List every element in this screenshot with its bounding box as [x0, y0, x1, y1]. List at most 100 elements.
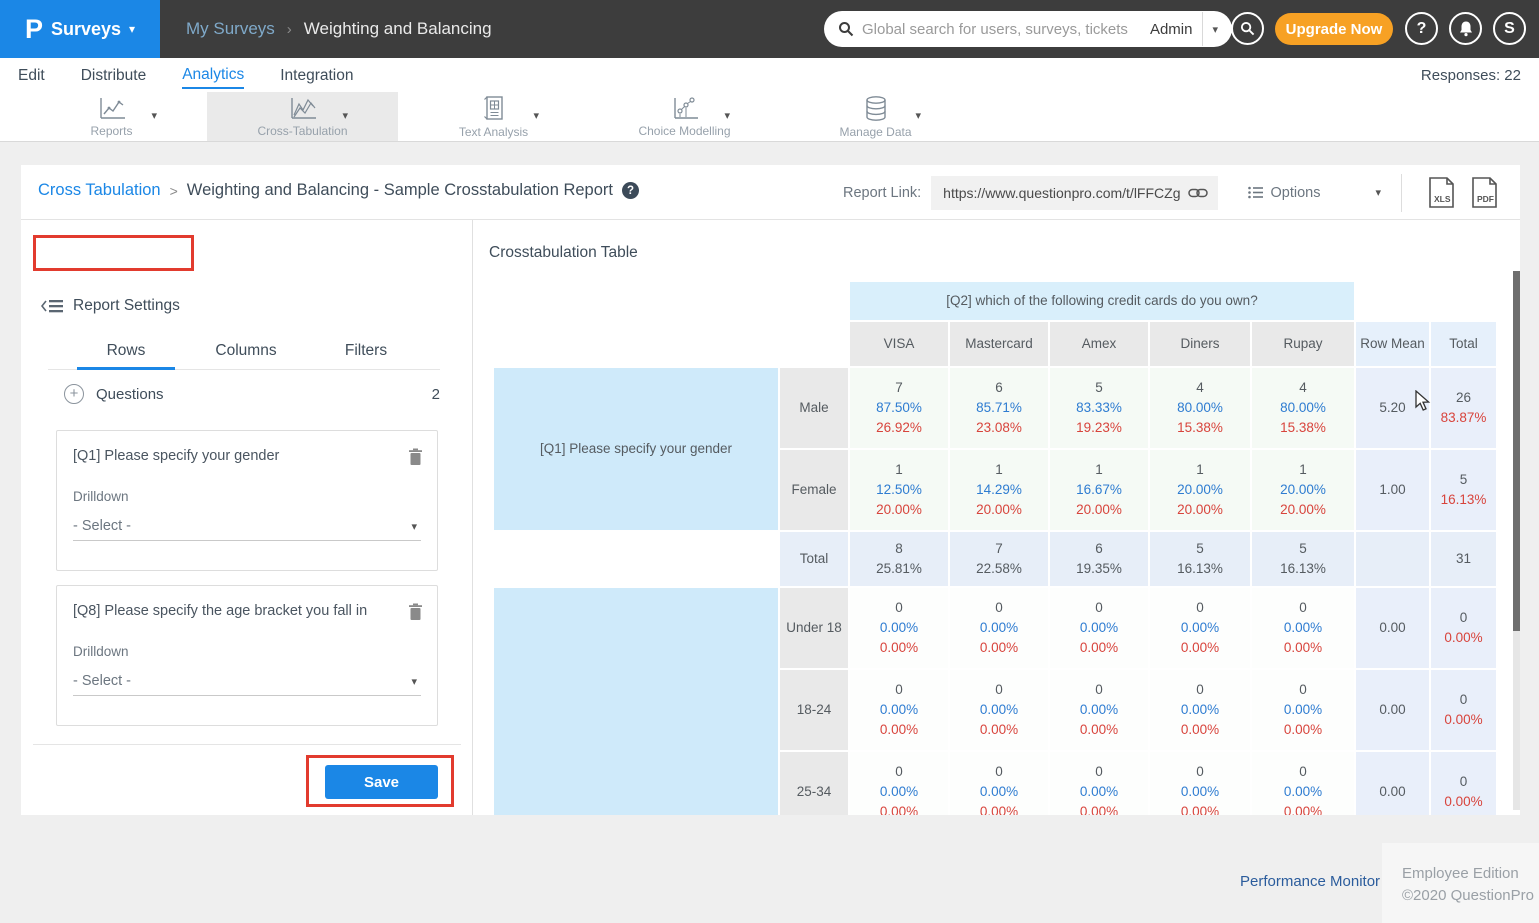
responses-count: Responses: 22 [1421, 67, 1521, 84]
chevron-down-icon[interactable]: ▾ [151, 109, 157, 122]
surveys-menu-button[interactable]: P Surveys ▾ [0, 0, 160, 58]
tab-edit[interactable]: Edit [18, 62, 45, 88]
crosstab-cell: 516.13% [1252, 532, 1354, 586]
search-input[interactable] [862, 21, 1144, 38]
help-button[interactable]: ? [1405, 12, 1438, 45]
report-link-field[interactable]: https://www.questionpro.com/t/lFFCZg [931, 176, 1218, 210]
chevron-down-icon[interactable]: ▾ [342, 109, 348, 122]
toolbar-item-text-analysis[interactable]: ▾ Text Analysis [398, 92, 589, 141]
search-icon [838, 21, 854, 37]
upgrade-now-button[interactable]: Upgrade Now [1275, 13, 1393, 45]
crosstab-column-question: [Q2] which of the following credit cards… [850, 282, 1354, 320]
search-scope-selector[interactable]: Admin [1150, 21, 1193, 38]
search-divider [1202, 12, 1203, 46]
crosstab-row-header: Total [780, 532, 848, 586]
breadcrumb-my-surveys[interactable]: My Surveys [186, 19, 275, 39]
drilldown-select[interactable]: - Select - ▾ [73, 518, 421, 541]
help-icon[interactable]: ? [622, 182, 639, 199]
crosstab-row-header: 25-34 [780, 752, 848, 815]
crosstab-cell: 00.00%0.00% [950, 752, 1048, 815]
breadcrumb-separator-icon: › [287, 21, 292, 38]
crosstab-total-cell: 2683.87% [1431, 368, 1496, 448]
toolbar-item-choice-modelling[interactable]: ▾ Choice Modelling [589, 92, 780, 141]
report-title: Weighting and Balancing - Sample Crossta… [187, 181, 613, 200]
crosstab-total-cell: 516.13% [1431, 450, 1496, 530]
toolbar-item-manage-data[interactable]: ▾ Manage Data [780, 92, 971, 141]
crosstab-cell: 480.00%15.38% [1150, 368, 1250, 448]
search-scope-caret-icon[interactable]: ▾ [1212, 23, 1218, 36]
tab-filters[interactable]: Filters [306, 336, 426, 369]
tab-analytics[interactable]: Analytics [182, 61, 244, 89]
crosstab-cell: 00.00%0.00% [850, 588, 948, 668]
crosstab-row-header: 18-24 [780, 670, 848, 750]
crosstab-total-cell: 00.00% [1431, 588, 1496, 668]
performance-monitor-link[interactable]: Performance Monitor [1240, 873, 1380, 890]
search-icon [1240, 21, 1255, 36]
export-pdf-icon[interactable]: PDF [1471, 177, 1498, 208]
crosstab-row-mean-cell [1356, 532, 1429, 586]
drilldown-label: Drilldown [73, 489, 421, 504]
toolbar-divider [1401, 174, 1402, 212]
report-settings-toggle[interactable]: Report Settings [41, 297, 180, 315]
tab-columns[interactable]: Columns [186, 336, 306, 369]
report-link-url[interactable]: https://www.questionpro.com/t/lFFCZg [943, 185, 1180, 201]
crosstab-row-header: Male [780, 368, 848, 448]
crosstab-cell: 480.00%15.38% [1252, 368, 1354, 448]
crosstab-cell: 120.00%20.00% [1252, 450, 1354, 530]
chevron-down-icon[interactable]: ▾ [411, 675, 417, 688]
crosstab-cell: 00.00%0.00% [950, 670, 1048, 750]
settings-tabs: Rows Columns Filters [48, 336, 440, 370]
chevron-down-icon[interactable]: ▾ [533, 109, 539, 122]
chevron-down-icon[interactable]: ▾ [411, 520, 417, 533]
svg-text:XLS: XLS [1434, 194, 1451, 204]
drilldown-select[interactable]: - Select - ▾ [73, 673, 421, 696]
questions-count: 2 [432, 386, 440, 403]
notifications-button[interactable] [1449, 12, 1482, 45]
trash-icon[interactable] [408, 448, 423, 466]
cross-tabulation-link[interactable]: Cross Tabulation [38, 181, 161, 200]
toolbar-item-label: Cross-Tabulation [257, 124, 347, 138]
top-header-bar: P Surveys ▾ My Surveys › Weighting and B… [0, 0, 1539, 58]
options-dropdown[interactable]: Options ▾ [1248, 185, 1385, 201]
trash-icon[interactable] [408, 603, 423, 621]
chevron-down-icon[interactable]: ▾ [915, 109, 921, 122]
crosstab-cell: 00.00%0.00% [1150, 752, 1250, 815]
crosstab-row-mean-cell: 0.00 [1356, 752, 1429, 815]
crosstab-cell: 00.00%0.00% [1252, 588, 1354, 668]
report-header-bar: Cross Tabulation > Weighting and Balanci… [21, 165, 1520, 220]
export-xls-icon[interactable]: XLS [1428, 177, 1455, 208]
questions-label: Questions [96, 386, 164, 403]
toolbar-item-label: Reports [90, 124, 132, 138]
chevron-down-icon: ▾ [129, 22, 135, 36]
crosstab-row-question [494, 588, 778, 815]
edition-line1: Employee Edition [1402, 863, 1539, 885]
toolbar-item-label: Manage Data [839, 125, 911, 139]
tab-rows[interactable]: Rows [66, 336, 186, 369]
crosstab-cell: 516.13% [1150, 532, 1250, 586]
toolbar-item-cross-tabulation[interactable]: ▾ Cross-Tabulation [207, 92, 398, 141]
tab-distribute[interactable]: Distribute [81, 62, 146, 88]
crosstab-cell: 00.00%0.00% [1050, 670, 1148, 750]
search-submit-button[interactable] [1231, 12, 1264, 45]
link-icon[interactable] [1188, 187, 1208, 199]
crosstab-cell: 00.00%0.00% [850, 670, 948, 750]
global-search-box[interactable]: Admin ▾ [824, 11, 1232, 47]
panel-divider [33, 744, 461, 745]
tab-integration[interactable]: Integration [280, 62, 353, 88]
breadcrumb-current-survey: Weighting and Balancing [304, 19, 492, 39]
scrollbar-track[interactable] [1513, 630, 1520, 810]
crosstab-cell: 825.81% [850, 532, 948, 586]
crosstab-column-header: Rupay [1252, 322, 1354, 366]
save-button[interactable]: Save [325, 765, 438, 799]
scrollbar-thumb[interactable] [1513, 271, 1520, 631]
avatar-button[interactable]: S [1493, 12, 1526, 45]
add-question-button[interactable]: + [64, 384, 84, 404]
chevron-down-icon[interactable]: ▾ [1375, 186, 1381, 199]
crosstab-cell: 583.33%19.23% [1050, 368, 1148, 448]
toolbar-item-label: Choice Modelling [638, 124, 730, 138]
cross-tabulation-chart-icon [288, 96, 318, 122]
chevron-down-icon[interactable]: ▾ [724, 109, 730, 122]
crosstab-row-mean-cell: 0.00 [1356, 670, 1429, 750]
toolbar-item-reports[interactable]: ▾ Reports [16, 92, 207, 141]
crosstab-row-question: [Q1] Please specify your gender [494, 368, 778, 530]
